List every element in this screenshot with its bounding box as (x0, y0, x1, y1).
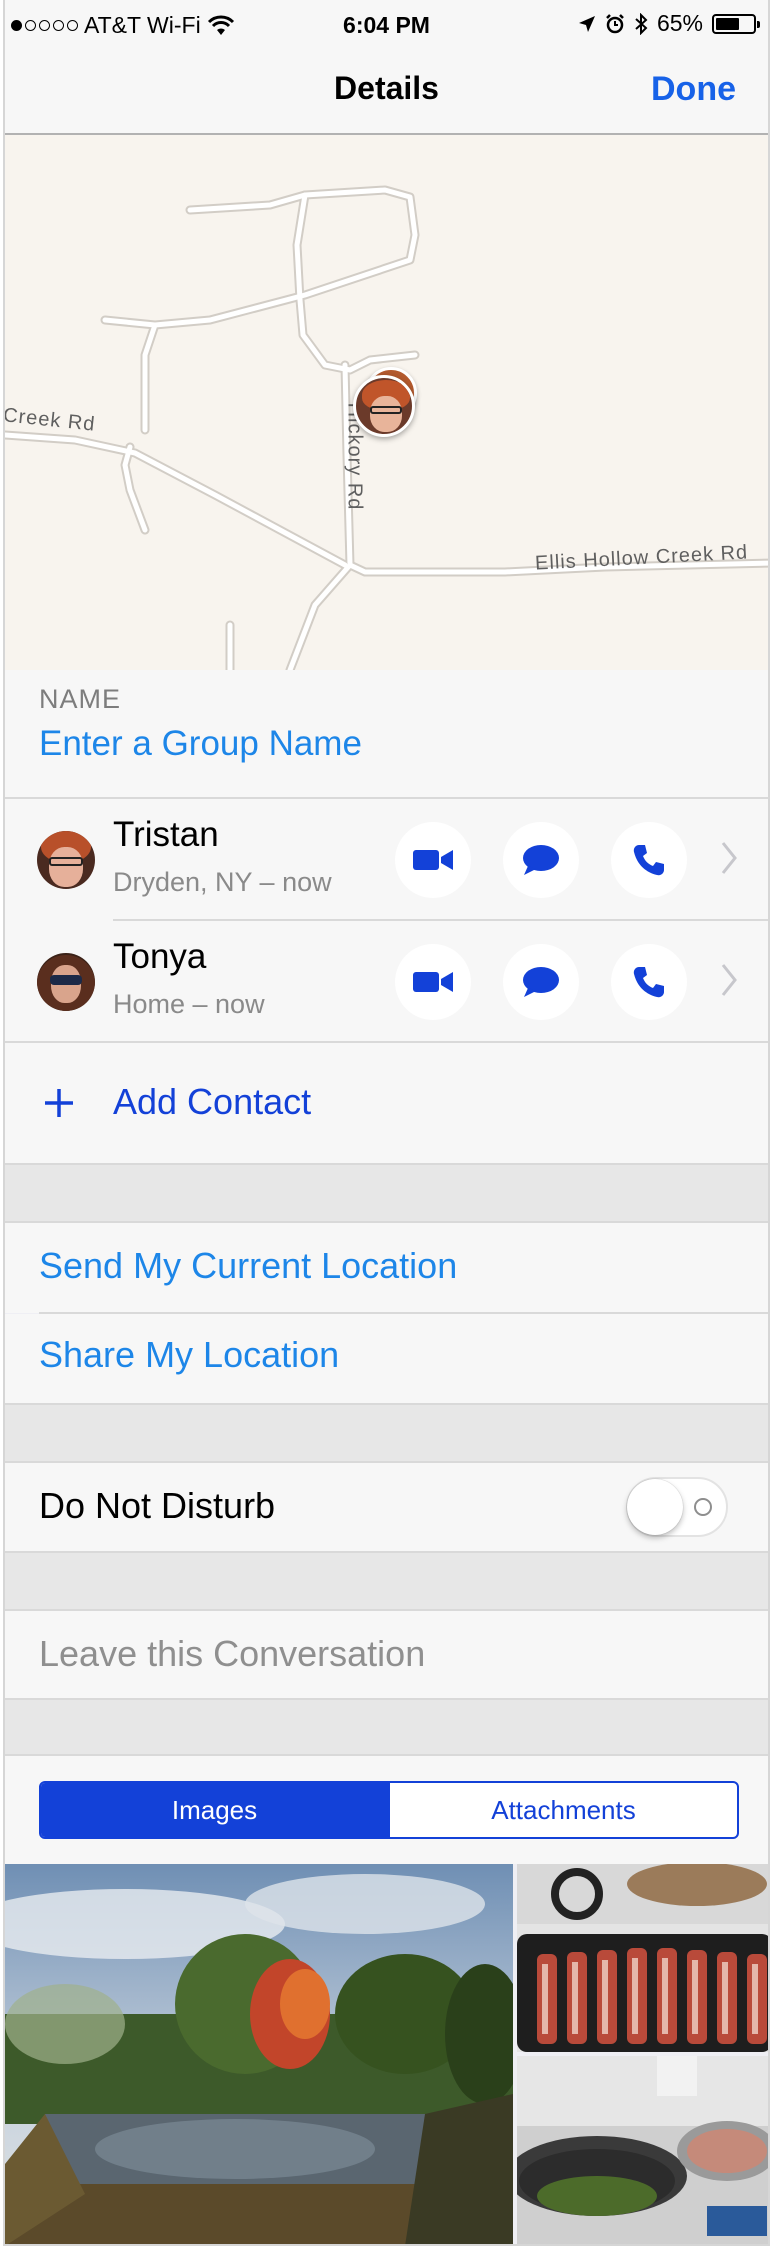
add-contact-row[interactable]: Add Contact (5, 1043, 768, 1163)
enter-group-name-link[interactable]: Enter a Group Name (39, 724, 362, 764)
avatar (37, 831, 95, 889)
phone-call-button[interactable] (611, 822, 687, 898)
images-attachments-segmented-control: Images Attachments (39, 1781, 739, 1839)
message-bubble-icon (523, 967, 559, 997)
segment-attachments[interactable]: Attachments (388, 1783, 737, 1837)
plus-icon (45, 1089, 73, 1117)
add-contact-label: Add Contact (113, 1081, 312, 1122)
bacon-photo (517, 1864, 768, 2052)
status-right: 65% (578, 10, 760, 37)
section-gap (5, 1403, 768, 1463)
section-gap (5, 1163, 768, 1223)
avatar (37, 953, 95, 1011)
status-bar: AT&T Wi-Fi 6:04 PM 65% (5, 0, 768, 52)
message-button[interactable] (503, 944, 579, 1020)
video-camera-icon (413, 850, 453, 870)
facetime-video-button[interactable] (395, 822, 471, 898)
message-bubble-icon (523, 845, 559, 875)
battery-percent: 65% (656, 10, 703, 36)
contact-location-pin-avatar[interactable] (353, 375, 415, 437)
phone-icon (633, 967, 664, 998)
send-current-location-link[interactable]: Send My Current Location (39, 1245, 457, 1287)
image-thumbnail-pond[interactable] (5, 1864, 513, 2244)
pond-photo (5, 1864, 513, 2244)
leave-conversation-button[interactable]: Leave this Conversation (39, 1633, 425, 1675)
contact-name: Tonya (113, 937, 207, 976)
battery-icon (712, 13, 760, 34)
image-thumbnail-bacon[interactable] (517, 1864, 768, 2052)
location-map[interactable]: Creek Rd Hickory Rd Ellis Hollow Creek R… (5, 135, 768, 670)
battery-level-fill (716, 17, 740, 30)
facetime-video-button[interactable] (395, 944, 471, 1020)
done-button[interactable]: Done (651, 70, 736, 109)
image-thumbnail-cooking[interactable] (517, 2056, 768, 2244)
contact-row-tristan[interactable]: Tristan Dryden, NY – now (5, 799, 768, 921)
chevron-right-icon[interactable] (720, 961, 738, 999)
alarm-icon (606, 13, 624, 33)
contact-name: Tristan (113, 815, 219, 854)
contact-row-tonya[interactable]: Tonya Home – now (5, 921, 768, 1043)
share-my-location-link[interactable]: Share My Location (39, 1334, 339, 1376)
contact-location-status: Home – now (113, 989, 265, 1019)
segment-images[interactable]: Images (41, 1783, 388, 1837)
toggle-off-indicator-icon (694, 1498, 712, 1516)
leave-conversation-row[interactable]: Leave this Conversation (5, 1611, 768, 1698)
bluetooth-icon (635, 12, 648, 35)
details-screen: AT&T Wi-Fi 6:04 PM 65% Details Done Cree… (3, 0, 770, 2246)
location-arrow-icon (578, 15, 595, 32)
name-header: NAME (39, 684, 122, 714)
section-gap (5, 1698, 768, 1756)
navigation-bar: Details Done (5, 52, 768, 135)
contact-location-status: Dryden, NY – now (113, 867, 332, 897)
do-not-disturb-toggle[interactable] (626, 1477, 728, 1537)
group-name-section: NAME Enter a Group Name (5, 670, 768, 798)
do-not-disturb-label: Do Not Disturb (39, 1485, 276, 1526)
video-camera-icon (413, 972, 453, 992)
section-gap (5, 1551, 768, 1611)
phone-icon (633, 845, 664, 876)
message-button[interactable] (503, 822, 579, 898)
cooking-photo (517, 2056, 768, 2244)
chevron-right-icon[interactable] (720, 839, 738, 877)
do-not-disturb-row: Do Not Disturb (5, 1463, 768, 1551)
share-location-row[interactable]: Share My Location (5, 1314, 768, 1403)
send-location-row[interactable]: Send My Current Location (5, 1223, 768, 1313)
phone-call-button[interactable] (611, 944, 687, 1020)
toggle-knob (627, 1479, 683, 1535)
